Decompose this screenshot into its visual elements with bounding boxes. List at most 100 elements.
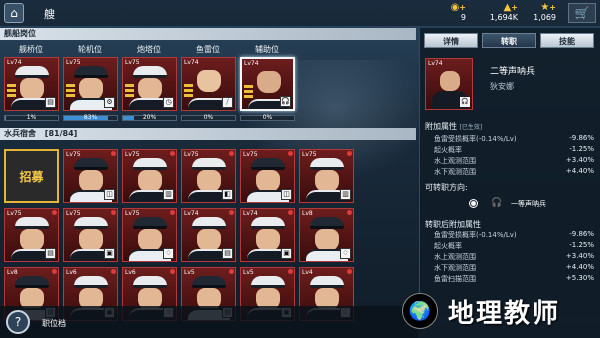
notification-dot-icon — [52, 210, 57, 215]
attribute-value: +3.40% — [565, 252, 594, 260]
tab-details[interactable]: 详情 — [424, 33, 478, 48]
barracks-crew-card[interactable]: Lv75 ◫ — [240, 149, 295, 203]
add-gold-icon[interactable]: + — [459, 3, 466, 12]
crew-face — [197, 170, 221, 192]
notification-dot-icon — [347, 269, 352, 274]
rank-chevron-icon — [125, 84, 134, 98]
crew-level: Lv74 — [243, 210, 258, 217]
crew-face — [79, 78, 103, 100]
crew-portrait — [15, 217, 49, 229]
crew-class-name: 二等声呐兵 — [490, 67, 536, 77]
crew-level: Lv74 — [7, 59, 22, 66]
resource-gold[interactable]: ◉+ 9 — [428, 2, 466, 22]
attribute-label: 起火概率 — [434, 242, 462, 250]
skill-badge-icon: ◫ — [281, 189, 292, 200]
notification-dot-icon — [288, 210, 293, 215]
progress-bar-bridge: 1% — [4, 114, 59, 121]
progress-bar-support: 0% — [240, 114, 295, 121]
crew-level: Lv75 — [125, 210, 140, 217]
attribute-label: 水下观测范围 — [434, 168, 476, 176]
crew-card-bridge[interactable]: Lv74 ▤ — [4, 57, 59, 111]
barracks-crew-card[interactable]: Lv74 ▤ — [181, 208, 236, 262]
notification-dot-icon — [170, 151, 175, 156]
gold-value: 9 — [460, 13, 466, 22]
watermark-text: 地理教师 — [448, 298, 561, 329]
crew-card-support[interactable]: Lv74 🎧 — [240, 57, 295, 111]
barracks-header: 水兵宿舍 [81/84] — [0, 128, 416, 140]
crew-card-torpedo[interactable]: Lv74 ⧸ — [181, 57, 236, 111]
attribute-value: +5.30% — [565, 274, 594, 282]
crew-level: Lv75 — [125, 151, 140, 158]
progress-label: 1% — [26, 114, 37, 121]
after-transfer-title: 转职后附加属性 — [425, 220, 481, 229]
crew-face — [256, 229, 280, 251]
attribute-label: 起火概率 — [434, 146, 462, 154]
skill-badge-icon: ♢ — [340, 248, 351, 259]
crew-face — [20, 78, 44, 100]
help-button[interactable]: ? — [6, 310, 30, 334]
tab-skills[interactable]: 技能 — [540, 33, 594, 48]
page-title: 艘 — [44, 8, 55, 21]
crew-level: Lv75 — [66, 59, 81, 66]
barracks-crew-card[interactable]: Lv75 ▥ — [299, 149, 354, 203]
home-button[interactable]: ⌂ — [4, 3, 24, 23]
notification-dot-icon — [229, 151, 234, 156]
skill-badge-icon: ⚙ — [104, 97, 115, 108]
barracks-crew-card[interactable]: Lv8 ♢ — [299, 208, 354, 262]
transfer-option-label[interactable]: 一等声呐兵 — [511, 199, 546, 209]
recruit-button[interactable]: 招募 — [4, 149, 59, 203]
attribute-row: 水上观测范围 +3.40% — [434, 252, 594, 262]
barracks-crew-card[interactable]: Lv74 ▣ — [240, 208, 295, 262]
transfer-option-radio[interactable] — [469, 199, 478, 208]
attribute-label: 水下观测范围 — [434, 264, 476, 272]
add-oil-icon[interactable]: + — [511, 3, 518, 12]
notification-dot-icon — [170, 269, 175, 274]
add-star-icon[interactable]: + — [549, 3, 556, 12]
barracks-crew-card[interactable]: Lv75 ▤ — [4, 208, 59, 262]
notification-dot-icon — [229, 269, 234, 274]
crew-level: Lv74 — [184, 210, 199, 217]
crew-face — [138, 78, 162, 100]
watermark-logo-icon: 🌍 — [402, 293, 438, 329]
crew-face — [138, 229, 162, 251]
crew-portrait — [133, 276, 167, 288]
crew-portrait — [133, 158, 167, 170]
crew-face — [197, 229, 221, 251]
progress-bar-turret: 20% — [122, 114, 177, 121]
attribute-value: +4.40% — [565, 167, 594, 175]
crew-card-turret[interactable]: Lv75 ◷ — [122, 57, 177, 111]
crew-portrait — [251, 217, 285, 229]
resource-oil[interactable]: ▲+ 1,694K — [478, 2, 518, 22]
notification-dot-icon — [111, 151, 116, 156]
attribute-value: -1.25% — [569, 145, 594, 153]
barracks-crew-card[interactable]: Lv75 ♢ — [122, 208, 177, 262]
star-icon: ★ — [540, 2, 550, 13]
shop-cart-button[interactable]: 🛒 — [568, 3, 596, 23]
skill-badge-icon: ▤ — [222, 248, 233, 259]
crew-portrait — [310, 276, 344, 288]
crew-level: Lv8 — [7, 269, 18, 276]
skill-badge-icon: ▥ — [163, 189, 174, 200]
attribute-row: 鱼雷扫描范围 +5.30% — [434, 274, 594, 284]
attribute-value: +3.40% — [565, 156, 594, 164]
crew-face — [79, 229, 103, 251]
rank-chevron-icon — [184, 84, 193, 98]
notification-dot-icon — [170, 210, 175, 215]
bonus-title-text: 附加属性 — [425, 122, 457, 131]
duty-file-label[interactable]: 职位档 — [42, 318, 66, 329]
barracks-crew-card[interactable]: Lv75 ◧ — [181, 149, 236, 203]
skill-badge-icon: ▥ — [340, 189, 351, 200]
notification-dot-icon — [111, 210, 116, 215]
attribute-row: 水上观测范围 +3.40% — [434, 156, 594, 166]
attribute-label: 鱼雷受损概率(-0.14%/Lv) — [434, 231, 517, 239]
attribute-value: +4.40% — [565, 263, 594, 271]
barracks-crew-card[interactable]: Lv75 ▥ — [122, 149, 177, 203]
tab-transfer[interactable]: 转职 — [482, 33, 536, 48]
crew-level: Lv75 — [243, 151, 258, 158]
crew-face — [256, 170, 280, 192]
resource-star[interactable]: ★+ 1,069 — [526, 2, 556, 22]
barracks-crew-card[interactable]: Lv75 ◫ — [63, 149, 118, 203]
crew-card-engine[interactable]: Lv75 ⚙ — [63, 57, 118, 111]
barracks-crew-card[interactable]: Lv75 ▣ — [63, 208, 118, 262]
attribute-label: 鱼雷受损概率(-0.14%/Lv) — [434, 135, 517, 143]
